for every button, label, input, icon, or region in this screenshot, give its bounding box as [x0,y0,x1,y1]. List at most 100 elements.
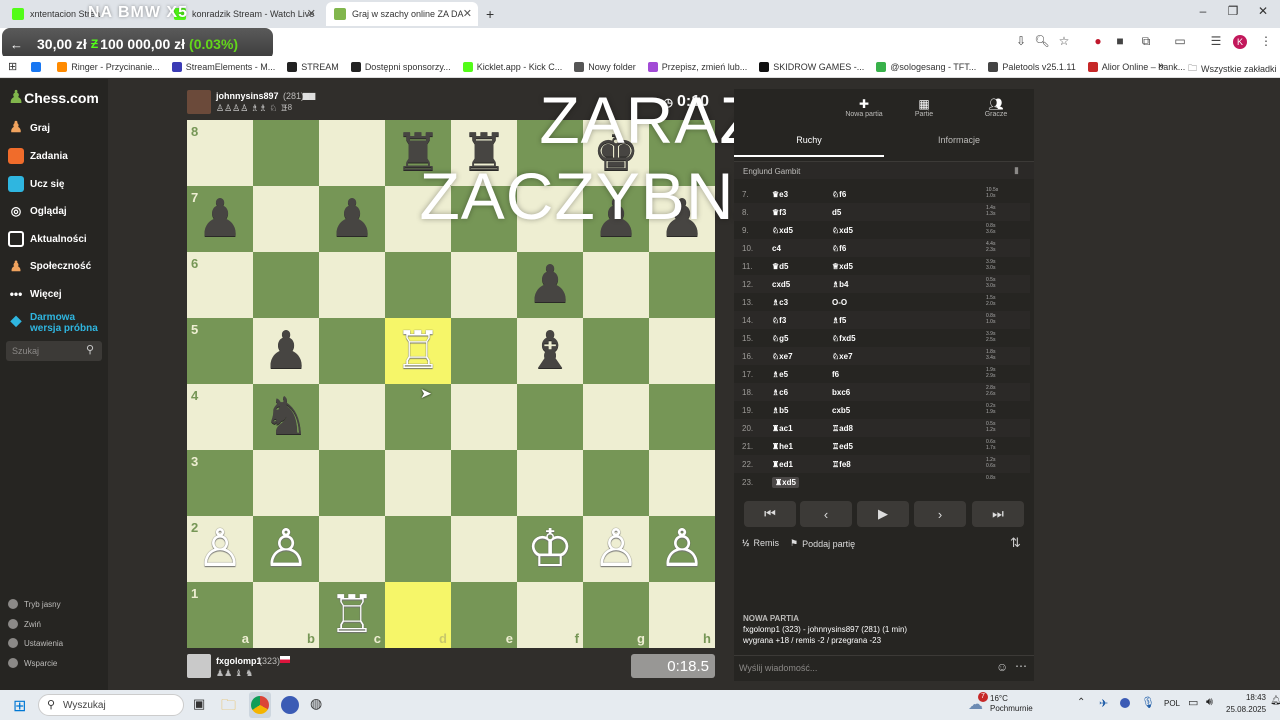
close-window-button[interactable]: ✕ [1252,4,1274,18]
minimize-button[interactable]: – [1192,4,1214,18]
square-g1[interactable]: g [583,582,649,648]
search-icon[interactable]: ⚲ [86,343,94,356]
resign-button[interactable]: ⚑ Poddaj partię [790,538,855,549]
black-move[interactable]: ♘f6 [832,190,846,199]
extension-red-icon[interactable]: ● [1090,34,1106,48]
white-move[interactable]: ♗c6 [772,388,788,397]
white-move[interactable]: cxd5 [772,280,790,289]
nav-free-trial[interactable]: ◆ Darmowa wersja próbna [8,312,98,334]
nav-graj[interactable]: ♟ Graj [8,120,50,136]
square-c4[interactable] [319,384,385,450]
piece-b4[interactable]: ♞ [253,384,319,450]
nav-aktualnosci[interactable]: Aktualności [8,231,87,247]
profile-avatar-icon[interactable]: K [1233,35,1247,49]
piece-c1[interactable]: ♖ [319,582,385,648]
bookmark-item[interactable]: Alior Online – bank... [1087,61,1185,72]
white-move[interactable]: ♗c3 [772,298,788,307]
white-move[interactable]: ♜he1 [772,442,793,451]
square-b1[interactable]: b [253,582,319,648]
piece-g2[interactable]: ♙ [583,516,649,582]
piece-b2[interactable]: ♙ [253,516,319,582]
black-move[interactable]: ♗f5 [832,316,846,325]
volume-icon[interactable]: 🔊︎ [1206,696,1213,709]
square-a5[interactable]: 5 [187,318,253,384]
white-move[interactable]: ♜ac1 [772,424,793,433]
square-h4[interactable] [649,384,715,450]
chesscom-logo[interactable]: ♟ Chess.com [8,87,99,108]
bookmark-item[interactable]: @sologesang - TFT... [876,61,976,72]
more-bookmarks-icon[interactable]: » [1158,60,1164,72]
black-move[interactable]: ♖fe8 [832,460,851,469]
piece-a2[interactable]: ♙ [187,516,253,582]
nav-ucz-sie[interactable]: Ucz się [8,176,64,192]
bookmark-item[interactable]: SKIDROW GAMES -... [759,61,864,72]
square-c3[interactable] [319,450,385,516]
sidebar-search-input[interactable]: Szukaj ⚲ [6,341,102,361]
black-move[interactable]: ♘f6 [832,244,846,253]
taskbar-search-input[interactable]: ⚲ Wyszukaj [38,694,184,716]
close-tab-icon[interactable]: ✕ [307,7,316,20]
black-move[interactable]: ♖ad8 [832,424,853,433]
bookmark-item[interactable]: Ringer - Przycinanie... [57,61,160,72]
white-move[interactable]: ♘xe7 [772,352,793,361]
reading-list-icon[interactable]: ☰ [1208,34,1224,48]
black-move[interactable]: ♕xd5 [832,262,853,271]
menu-kebab-icon[interactable]: ⋮ [1258,34,1274,48]
extensions-puzzle-icon[interactable]: ⧉ [1138,34,1154,49]
tab-info[interactable]: Informacje [884,135,1034,145]
square-h3[interactable] [649,450,715,516]
emoji-icon[interactable]: ☺ [996,660,1008,674]
bookmark-item[interactable]: STREAM [287,61,339,72]
new-tab-button[interactable]: + [486,6,494,22]
piece-a7[interactable]: ♟ [187,186,253,252]
bookmark-item[interactable]: Przepisz, zmień lub... [647,61,747,72]
games-action[interactable]: ▦ Partie [904,97,944,118]
tab-moves[interactable]: Ruchy [734,135,884,145]
square-e4[interactable] [451,384,517,450]
zoom-icon[interactable]: 🔍︎ [1034,34,1050,48]
piece-d5[interactable]: ♖ [385,318,451,384]
square-d6[interactable] [385,252,451,318]
file-explorer-icon[interactable]: 🗀 [221,695,236,720]
white-move[interactable]: ♘xd5 [772,226,793,235]
more-options-icon[interactable]: ⋯ [1015,659,1027,673]
last-move-button[interactable]: ⏭ [972,501,1024,527]
square-c6[interactable] [319,252,385,318]
new-game-action[interactable]: ✚ Nowa partia [844,97,884,118]
cast-icon[interactable]: ▭ [1172,34,1188,48]
flip-board-icon[interactable]: ⇅ [1010,535,1021,551]
white-move[interactable]: ♗e5 [772,370,788,379]
black-move[interactable]: ♘fxd5 [832,334,856,343]
white-move[interactable]: c4 [772,244,781,253]
avatar[interactable] [187,90,211,114]
square-e2[interactable] [451,516,517,582]
square-a3[interactable]: 3 [187,450,253,516]
square-a1[interactable]: 1a [187,582,253,648]
draw-button[interactable]: ½ Remis [742,538,779,548]
tray-app2-icon[interactable] [1120,698,1130,708]
square-a6[interactable]: 6 [187,252,253,318]
bookmark-item[interactable]: Kicklet.app - Kick C... [462,61,562,72]
square-g4[interactable] [583,384,649,450]
nav-collapse[interactable]: Zwiń [8,619,41,629]
all-bookmarks-folder[interactable]: 🗀 Wszystkie zakładki [1188,61,1277,77]
piece-h2[interactable]: ♙ [649,516,715,582]
nav-support[interactable]: Wsparcie [8,658,57,668]
tab-kick-konradzik[interactable]: konradzik Stream - Watch Live ✕ [166,2,322,26]
move-list[interactable]: 7. ♛e3 ♘f6 10.5s 1.0s 8. ♛f3 d5 1.4s 1.3s 9. ♘xd5 ♘x… [734,185,1034,491]
notifications-icon[interactable]: 🔔︎ [1270,695,1280,706]
app-icon-obs[interactable]: ◍ [310,695,322,712]
square-b6[interactable] [253,252,319,318]
microphone-icon[interactable]: 🎙︎ [1141,696,1155,709]
nav-light-mode[interactable]: Tryb jasny [8,599,61,609]
piece-f5[interactable]: ♝ [517,318,583,384]
white-move[interactable]: ♘g5 [772,334,789,343]
white-move[interactable]: ♘f3 [772,316,786,325]
prev-move-button[interactable]: ‹ [800,501,852,527]
apps-grid-icon[interactable]: ⊞ [8,60,17,73]
piece-b5[interactable]: ♟ [253,318,319,384]
bookmark-item[interactable]: Nowy folder [574,61,636,72]
star-icon[interactable]: ☆ [1056,34,1072,48]
square-h6[interactable] [649,252,715,318]
white-move[interactable]: ♜xd5 [772,477,799,488]
